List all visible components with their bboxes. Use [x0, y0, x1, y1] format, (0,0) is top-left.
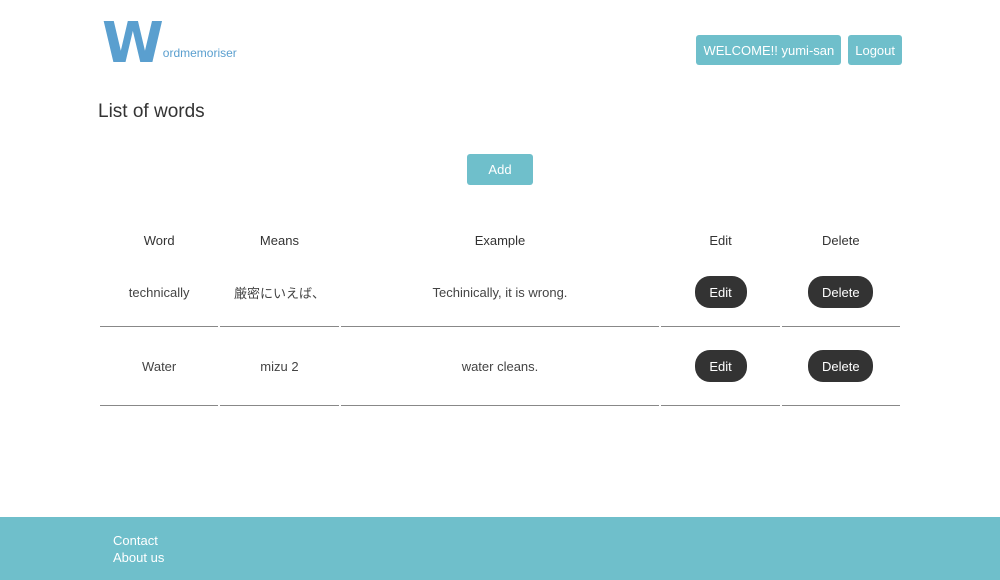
cell-means: mizu 2	[220, 327, 339, 406]
header-actions: WELCOME!! yumi-san Logout	[696, 35, 902, 65]
footer-link-about-us[interactable]: About us	[113, 549, 1000, 566]
logo[interactable]: W ordmemoriser	[102, 11, 237, 76]
delete-button[interactable]: Delete	[808, 276, 874, 308]
footer-link-contact[interactable]: Contact	[113, 532, 1000, 549]
column-header-example: Example	[474, 232, 526, 248]
cell-delete: Delete	[781, 258, 900, 327]
cell-means: 厳密にいえば、	[220, 258, 339, 327]
cell-edit: Edit	[661, 327, 780, 406]
column-header-means: Means	[259, 232, 299, 248]
cell-delete: Delete	[781, 327, 900, 406]
delete-button[interactable]: Delete	[808, 350, 874, 382]
cell-example: water cleans.	[340, 327, 660, 406]
logo-text: ordmemoriser	[162, 46, 237, 60]
edit-button[interactable]: Edit	[694, 276, 747, 308]
table-header-row: Word Means Example Edit Delete	[100, 222, 900, 258]
page-title: List of words	[98, 101, 205, 122]
column-header-edit: Edit	[709, 232, 732, 248]
cell-word: Water	[100, 327, 219, 406]
word-table: Word Means Example Edit Delete technical…	[98, 222, 902, 406]
cell-word: technically	[100, 258, 219, 327]
add-word-button[interactable]: Add	[467, 154, 533, 185]
table-row: technically 厳密にいえば、 Techinically, it is …	[100, 258, 900, 327]
footer: Contact About us	[0, 517, 1000, 580]
cell-example: Techinically, it is wrong.	[340, 258, 660, 327]
column-header-word: Word	[143, 232, 175, 248]
edit-button[interactable]: Edit	[694, 350, 747, 382]
cell-edit: Edit	[661, 258, 780, 327]
logout-button[interactable]: Logout	[848, 35, 902, 65]
table-row: Water mizu 2 water cleans. Edit Delete	[100, 327, 900, 406]
column-header-delete: Delete	[822, 232, 860, 248]
logo-initial: W	[102, 11, 164, 76]
welcome-button[interactable]: WELCOME!! yumi-san	[696, 35, 842, 65]
